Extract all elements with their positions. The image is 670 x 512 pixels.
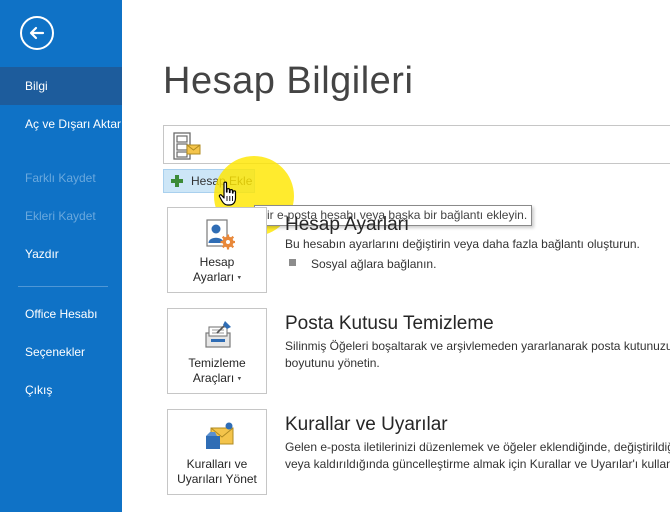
dropdown-caret-icon: ▾ xyxy=(237,375,242,383)
nav-item-save-attachments: Ekleri Kaydet xyxy=(0,209,122,224)
nav-item-office-account[interactable]: Office Hesabı xyxy=(0,307,122,322)
page-title: Hesap Bilgileri xyxy=(163,60,414,102)
nav-item-label: Office Hesabı xyxy=(25,307,98,321)
tile-label-line1: Hesap xyxy=(199,255,235,269)
account-settings-icon xyxy=(206,219,235,250)
back-button[interactable] xyxy=(20,16,54,50)
cleanup-tools-label: Temizleme Araçları ▾ xyxy=(168,356,266,386)
account-settings-label: Hesap Ayarları ▾ xyxy=(168,255,266,285)
section-desc-mailbox-cleanup-line2: boyutunu yönetin. xyxy=(285,356,380,370)
nav-item-label: Çıkış xyxy=(25,383,53,397)
plus-icon xyxy=(171,175,183,187)
tile-label-line1: Kuralları ve xyxy=(186,457,248,471)
nav-item-open-export[interactable]: Aç ve Dışarı Aktar xyxy=(0,117,122,132)
bullet-marker xyxy=(289,259,296,266)
section-title-mailbox-cleanup: Posta Kutusu Temizleme xyxy=(285,313,494,334)
add-account-label: Hesap Ekle xyxy=(191,174,253,188)
add-account-button[interactable]: Hesap Ekle xyxy=(163,169,255,193)
dropdown-caret-icon: ▾ xyxy=(237,274,241,282)
nav-item-label: Aç ve Dışarı Aktar xyxy=(25,117,122,131)
back-arrow-circle-icon xyxy=(29,26,45,40)
account-selector[interactable] xyxy=(163,125,670,164)
section-title-account-settings: Hesap Ayarları xyxy=(285,214,410,235)
nav-divider xyxy=(18,286,108,287)
mailbox-icon xyxy=(173,132,201,160)
nav-item-label: Seçenekler xyxy=(25,345,86,359)
backstage-nav: Bilgi Aç ve Dışarı Aktar Farklı Kaydet E… xyxy=(0,0,122,512)
nav-item-bilgi[interactable]: Bilgi xyxy=(0,67,122,105)
nav-item-exit[interactable]: Çıkış xyxy=(0,383,122,398)
nav-item-label: Bilgi xyxy=(25,78,48,93)
nav-item-options[interactable]: Seçenekler xyxy=(0,345,122,360)
nav-item-print[interactable]: Yazdır xyxy=(0,247,122,262)
rules-alerts-label: Kuralları ve Uyarıları Yönet xyxy=(168,457,266,487)
nav-item-label: Yazdır xyxy=(25,247,59,261)
section-desc-account-settings: Bu hesabın ayarlarını değiştirin veya da… xyxy=(285,237,640,251)
section-title-rules-alerts: Kurallar ve Uyarılar xyxy=(285,414,448,435)
tile-label-line2: Ayarları xyxy=(193,270,235,284)
social-networks-link[interactable]: Sosyal ağlara bağlanın. xyxy=(311,257,436,271)
cleanup-tools-icon xyxy=(205,321,231,348)
account-settings-button[interactable]: Hesap Ayarları ▾ xyxy=(167,207,267,293)
tile-label-line1: Temizleme xyxy=(188,356,246,370)
tile-label-line2: Uyarıları Yönet xyxy=(177,472,257,486)
nav-item-save-as: Farklı Kaydet xyxy=(0,171,122,186)
nav-item-label: Ekleri Kaydet xyxy=(25,209,96,223)
section-desc-mailbox-cleanup-line1: Silinmiş Öğeleri boşaltarak ve arşivleme… xyxy=(285,339,670,353)
rules-alerts-button[interactable]: Kuralları ve Uyarıları Yönet xyxy=(167,409,267,495)
section-desc-rules-alerts-line2: veya kaldırıldığında güncelleştirme alma… xyxy=(285,457,670,471)
rules-alerts-icon xyxy=(206,422,234,449)
cleanup-tools-button[interactable]: Temizleme Araçları ▾ xyxy=(167,308,267,394)
nav-item-label: Farklı Kaydet xyxy=(25,171,96,185)
section-desc-rules-alerts-line1: Gelen e-posta iletilerinizi düzenlemek v… xyxy=(285,440,670,454)
tile-label-line2: Araçları xyxy=(192,371,235,385)
